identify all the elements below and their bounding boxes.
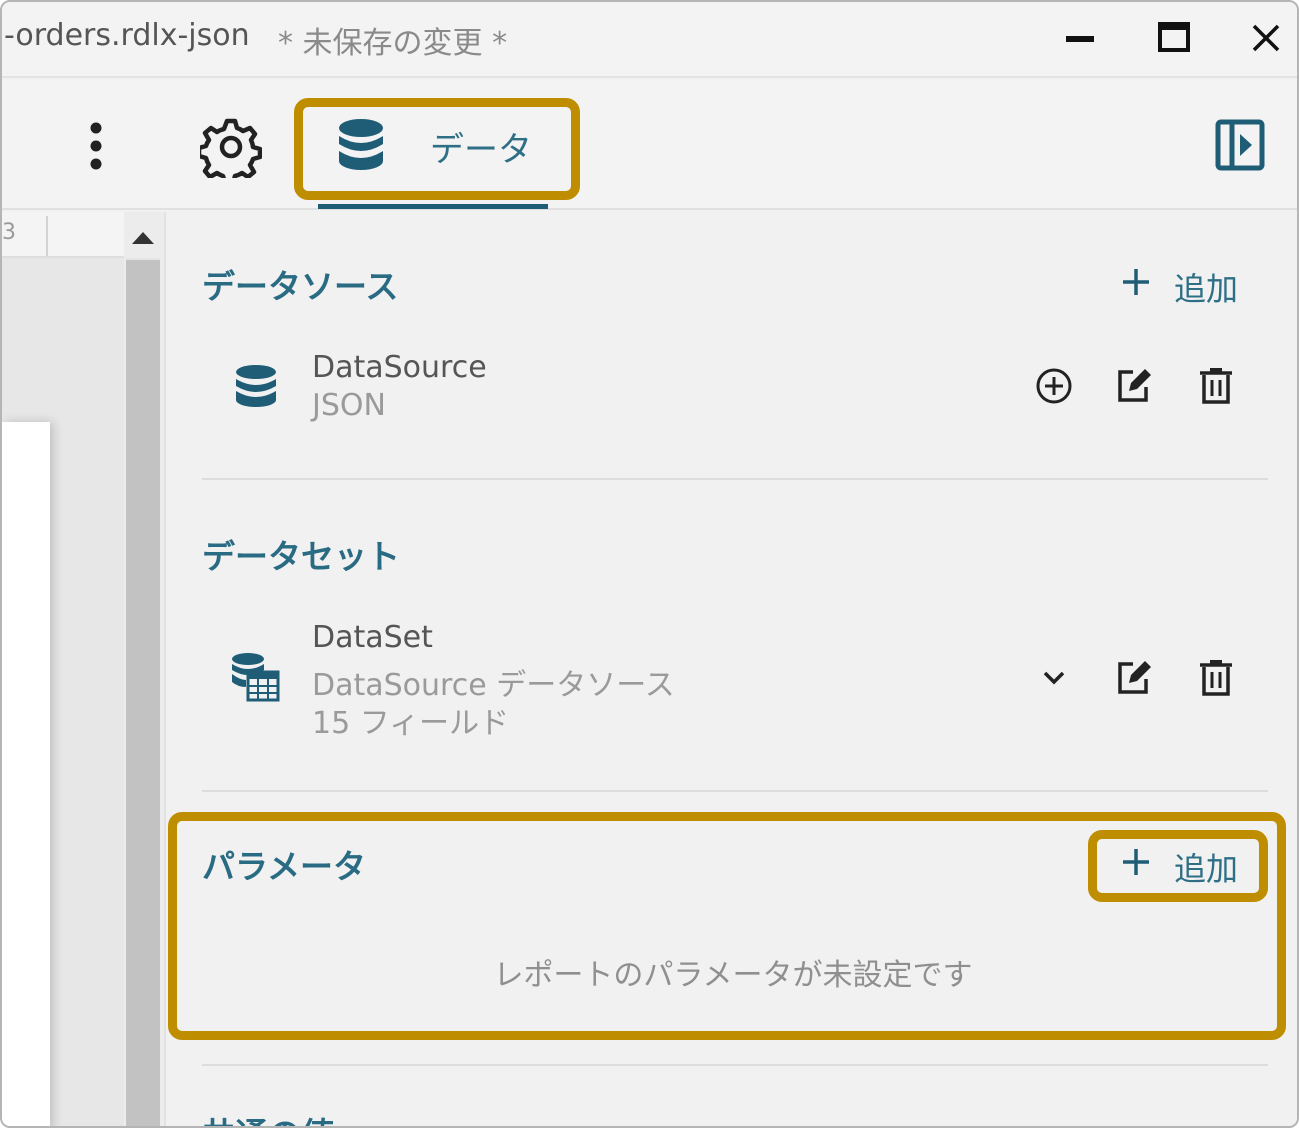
data-source-name: DataSource — [312, 350, 487, 385]
scroll-up-button[interactable] — [128, 226, 158, 250]
add-dataset-button[interactable] — [1032, 364, 1076, 408]
ruler-number: 3 — [2, 220, 16, 245]
edit-icon — [1118, 661, 1151, 694]
caret-up-icon — [132, 232, 154, 244]
data-source-type: JSON — [312, 388, 386, 423]
chevron-down-icon — [1043, 671, 1065, 685]
kebab-icon — [90, 122, 102, 170]
minimize-icon — [1066, 36, 1094, 42]
common-values-title: 共通の値 — [202, 1108, 334, 1126]
toolbar: データ — [2, 80, 1297, 210]
ruler: 3 — [2, 212, 124, 258]
edit-data-source-button[interactable] — [1112, 364, 1156, 408]
title-bar: -orders.rdlx-json * 未保存の変更 * — [2, 2, 1297, 78]
expand-dataset-button[interactable] — [1032, 656, 1076, 700]
more-options-button[interactable] — [74, 120, 118, 172]
delete-dataset-button[interactable] — [1194, 656, 1238, 700]
report-page[interactable] — [2, 422, 50, 1126]
app-window: -orders.rdlx-json * 未保存の変更 * データ 3 データソー… — [0, 0, 1299, 1128]
add-data-source-button[interactable]: 追加 — [1120, 262, 1250, 312]
circle-plus-icon — [1036, 368, 1072, 404]
highlight-data-tab — [294, 98, 580, 200]
active-tab-indicator — [318, 204, 548, 209]
scrollbar-thumb[interactable] — [126, 260, 160, 1126]
data-sources-title: データソース — [202, 267, 399, 306]
trash-icon — [1200, 368, 1232, 404]
trash-icon — [1200, 660, 1232, 696]
maximize-button[interactable] — [1144, 10, 1204, 66]
ruler-tick — [46, 216, 48, 256]
divider — [202, 1064, 1268, 1066]
minimize-button[interactable] — [1050, 10, 1110, 66]
highlight-add-parameter — [1088, 830, 1268, 902]
datasets-title: データセット — [202, 537, 400, 576]
add-data-source-label: 追加 — [1174, 270, 1239, 308]
unsaved-indicator: * 未保存の変更 * — [278, 26, 508, 61]
maximize-icon — [1158, 22, 1190, 52]
dataset-field-count: 15 フィールド — [312, 706, 510, 741]
divider — [202, 790, 1268, 792]
divider — [202, 478, 1268, 480]
gear-icon — [196, 118, 263, 186]
close-button[interactable] — [1236, 10, 1296, 66]
dataset-name: DataSet — [312, 620, 433, 655]
delete-data-source-button[interactable] — [1194, 364, 1238, 408]
settings-button[interactable] — [196, 116, 263, 186]
plus-icon — [1123, 269, 1149, 295]
database-icon — [236, 365, 276, 407]
close-icon — [1252, 24, 1280, 52]
window-title: -orders.rdlx-json — [4, 18, 250, 53]
report-canvas-area: 3 — [2, 212, 166, 1126]
edit-icon — [1118, 369, 1151, 402]
panel-toggle-button[interactable] — [1214, 118, 1268, 174]
dataset-table-icon — [232, 653, 280, 702]
edit-dataset-button[interactable] — [1112, 656, 1156, 700]
panel-toggle-icon — [1215, 119, 1265, 171]
